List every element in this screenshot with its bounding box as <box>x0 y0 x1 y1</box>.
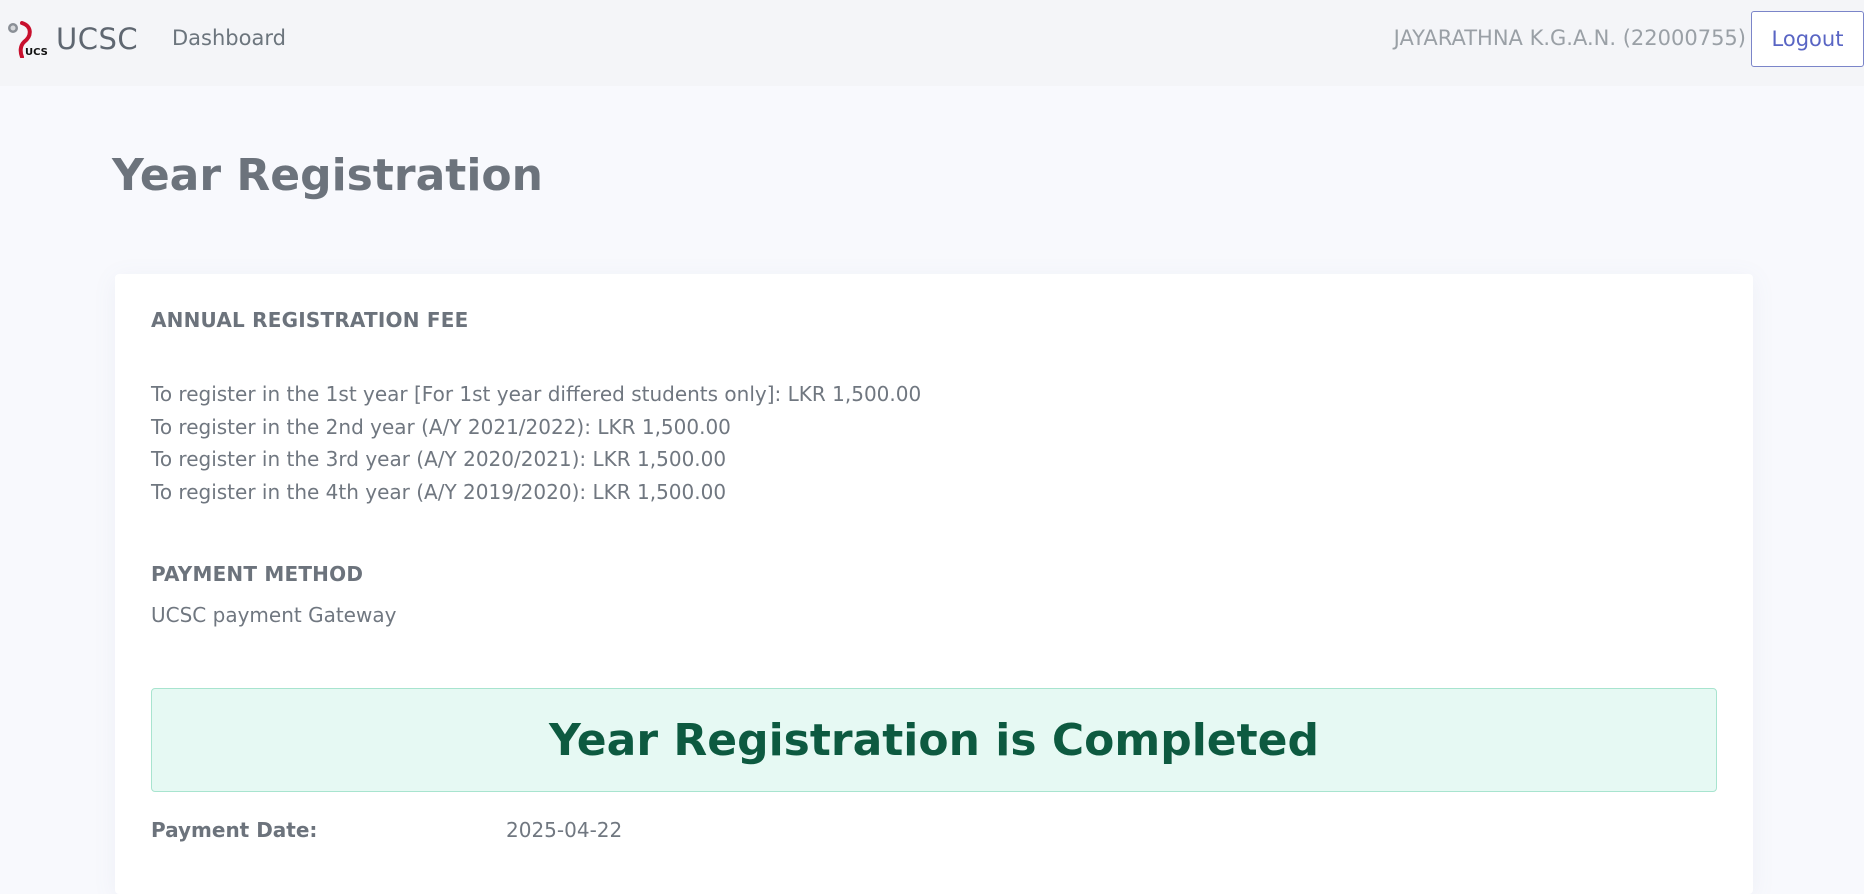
ucsc-logo-icon: UCSC <box>8 21 48 58</box>
brand-text: UCSC <box>56 22 139 56</box>
user-name: JAYARATHNA K.G.A.N. (22000755) <box>1393 26 1746 50</box>
fee-item: To register in the 3rd year (A/Y 2020/20… <box>151 447 727 471</box>
logout-button[interactable]: Logout <box>1751 11 1864 67</box>
svg-text:UCSC: UCSC <box>25 47 48 58</box>
payment-method-title: PAYMENT METHOD <box>151 562 364 586</box>
fee-section-title: ANNUAL REGISTRATION FEE <box>151 308 469 332</box>
fee-item: To register in the 4th year (A/Y 2019/20… <box>151 479 727 504</box>
page-title: Year Registration <box>112 150 543 201</box>
registration-status-alert: Year Registration is Completed <box>151 688 1717 792</box>
fee-item: To register in the 2nd year (A/Y 2021/20… <box>151 414 731 439</box>
top-navbar: UCSC UCSC Dashboard JAYARATHNA K.G.A.N. … <box>0 0 1864 86</box>
brand-link[interactable]: UCSC UCSC <box>6 20 138 58</box>
payment-date-value: 2025-04-22 <box>506 818 623 842</box>
registration-card: ANNUAL REGISTRATION FEE To register in t… <box>115 274 1753 894</box>
status-message: Year Registration is Completed <box>548 714 1320 766</box>
fee-list: To register in the 1st year [For 1st yea… <box>151 378 921 508</box>
nav-dashboard-link[interactable]: Dashboard <box>172 26 286 50</box>
payment-method-value: UCSC payment Gateway <box>151 603 397 627</box>
payment-date-label: Payment Date: <box>151 818 318 842</box>
fee-item: To register in the 1st year [For 1st yea… <box>151 382 922 406</box>
